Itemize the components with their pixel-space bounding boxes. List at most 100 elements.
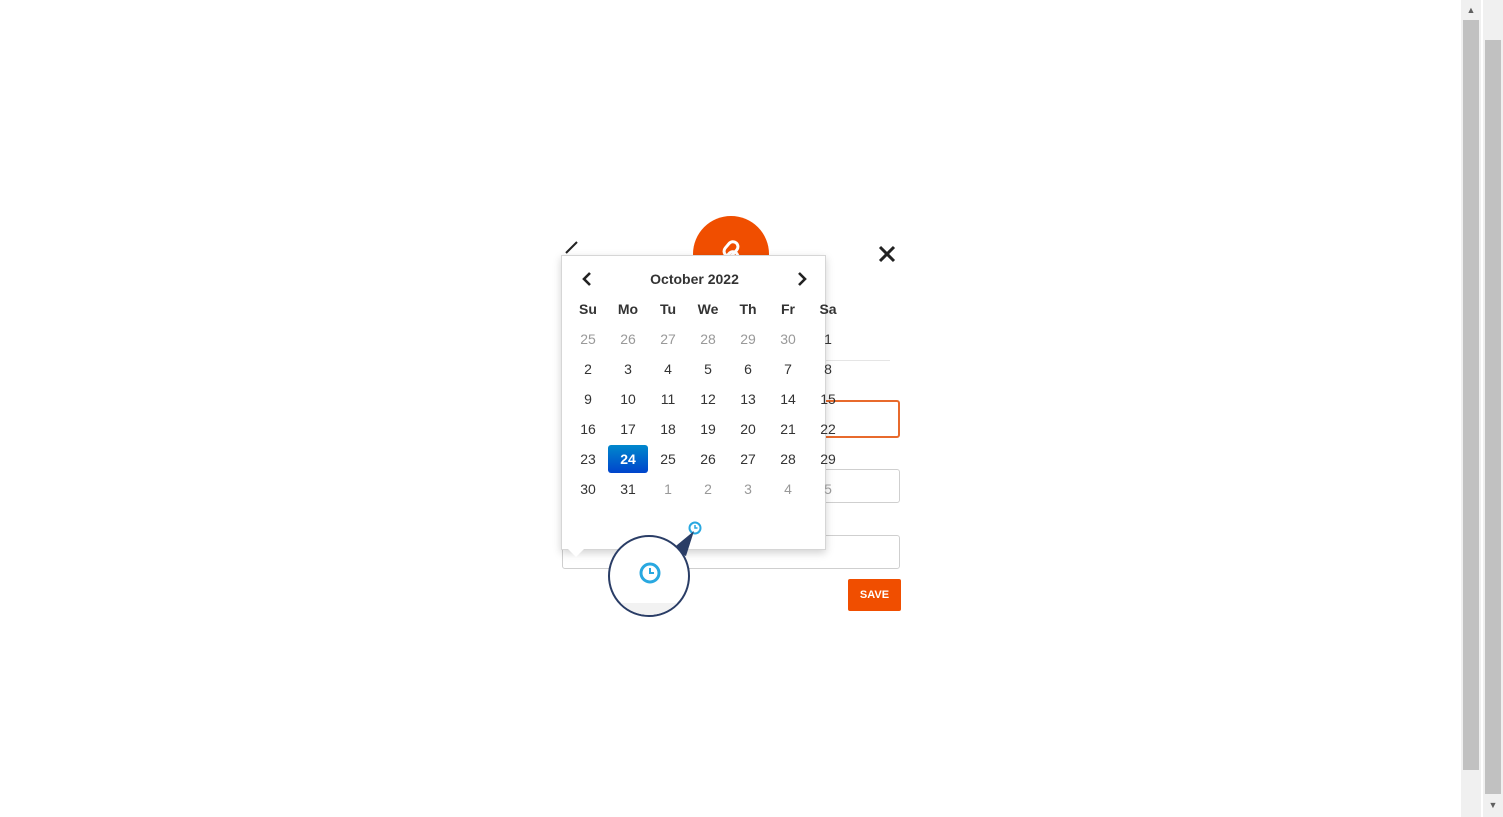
calendar-day[interactable]: 10 [608, 384, 648, 414]
calendar-day[interactable]: 11 [648, 384, 688, 414]
calendar-day[interactable]: 21 [768, 414, 808, 444]
calendar-day-number: 15 [820, 391, 836, 407]
calendar-day-number: 31 [620, 481, 636, 497]
calendar-day[interactable]: 31 [608, 474, 648, 504]
calendar-day[interactable]: 30 [768, 324, 808, 354]
calendar-day-number: 5 [704, 361, 712, 377]
calendar-day[interactable]: 25 [568, 324, 608, 354]
calendar-day-number: 24 [608, 445, 648, 473]
close-icon [878, 245, 896, 263]
calendar-day[interactable]: 5 [688, 354, 728, 384]
calendar-day-number: 4 [784, 481, 792, 497]
calendar-day-number: 25 [660, 451, 676, 467]
calendar-day[interactable]: 16 [568, 414, 608, 444]
calendar-day[interactable]: 2 [568, 354, 608, 384]
calendar-day-number: 12 [700, 391, 716, 407]
weekday-label: Su [579, 301, 597, 317]
calendar-day[interactable]: 12 [688, 384, 728, 414]
clock-icon[interactable] [688, 521, 702, 535]
calendar-day[interactable]: 19 [688, 414, 728, 444]
calendar-day-number: 30 [780, 331, 796, 347]
calendar-day[interactable]: 28 [768, 444, 808, 474]
calendar-day[interactable]: 8 [808, 354, 848, 384]
scroll-down-icon[interactable]: ▼ [1483, 797, 1503, 813]
calendar-day[interactable]: 14 [768, 384, 808, 414]
calendar-day[interactable]: 29 [728, 324, 768, 354]
calendar-day[interactable]: 5 [808, 474, 848, 504]
calendar-day[interactable]: 25 [648, 444, 688, 474]
calendar-day-number: 18 [660, 421, 676, 437]
scrollbar-track-secondary[interactable]: ▼ [1483, 0, 1503, 817]
scrollbar-thumb[interactable] [1463, 20, 1479, 770]
calendar-day-number: 28 [780, 451, 796, 467]
clock-icon [639, 562, 661, 584]
chevron-left-icon [582, 272, 591, 286]
weekday-label: Sa [819, 301, 837, 317]
calendar-day[interactable]: 26 [608, 324, 648, 354]
close-button[interactable] [875, 242, 899, 266]
calendar-day-number: 13 [740, 391, 756, 407]
calendar-day-number: 29 [820, 451, 836, 467]
weekday-label: Th [739, 301, 757, 317]
calendar-day-number: 3 [624, 361, 632, 377]
page-scrollbar[interactable]: ▲ ▼ [1461, 0, 1503, 817]
calendar-day[interactable]: 18 [648, 414, 688, 444]
calendar-week-row: 9 10 11 12 13 14 15 [568, 384, 848, 414]
calendar-day[interactable]: 28 [688, 324, 728, 354]
calendar-day-selected[interactable]: 24 [608, 444, 648, 474]
calendar-day[interactable]: 4 [768, 474, 808, 504]
calendar-day[interactable]: 23 [568, 444, 608, 474]
calendar-day-number: 27 [660, 331, 676, 347]
calendar-day-number: 14 [780, 391, 796, 407]
calendar-day-number: 2 [704, 481, 712, 497]
scroll-up-icon[interactable]: ▲ [1461, 2, 1481, 18]
calendar-week-row: 30 31 1 2 3 4 5 [568, 474, 848, 504]
weekday-label: Mo [617, 301, 639, 317]
weekday-label: Fr [781, 301, 795, 317]
calendar-day[interactable]: 2 [688, 474, 728, 504]
datepicker-dropdown: October 2022 Su Mo Tu We Th Fr Sa 25 26 27 28 29 30… [561, 255, 837, 557]
save-button[interactable]: SAVE [848, 579, 901, 611]
calendar-day[interactable]: 17 [608, 414, 648, 444]
datepicker-header: October 2022 [562, 266, 825, 292]
calendar-day[interactable]: 20 [728, 414, 768, 444]
calendar-day[interactable]: 15 [808, 384, 848, 414]
calendar-day-number: 29 [740, 331, 756, 347]
calendar-day[interactable]: 3 [728, 474, 768, 504]
datepicker-footer [562, 518, 825, 538]
zoom-footer-strip [610, 603, 688, 615]
calendar-day[interactable]: 13 [728, 384, 768, 414]
scrollbar-track[interactable]: ▲ [1461, 0, 1481, 817]
calendar-day[interactable]: 30 [568, 474, 608, 504]
calendar-day[interactable]: 9 [568, 384, 608, 414]
pencil-icon [565, 241, 578, 254]
calendar-day[interactable]: 1 [648, 474, 688, 504]
calendar-week-row: 23 24 25 26 27 28 29 [568, 444, 848, 474]
calendar-day[interactable]: 6 [728, 354, 768, 384]
calendar-day-number: 5 [824, 481, 832, 497]
calendar-day-number: 28 [700, 331, 716, 347]
calendar-day-number: 26 [620, 331, 636, 347]
calendar-day[interactable]: 27 [648, 324, 688, 354]
prev-month-button[interactable] [572, 266, 602, 292]
calendar-day[interactable]: 26 [688, 444, 728, 474]
calendar-day[interactable]: 29 [808, 444, 848, 474]
calendar-day-number: 2 [584, 361, 592, 377]
calendar-day-number: 19 [700, 421, 716, 437]
calendar-day[interactable]: 1 [808, 324, 848, 354]
calendar-day-number: 7 [784, 361, 792, 377]
calendar-day-number: 6 [744, 361, 752, 377]
zoom-callout [608, 535, 690, 617]
calendar-day[interactable]: 7 [768, 354, 808, 384]
calendar-day[interactable]: 4 [648, 354, 688, 384]
next-month-button[interactable] [787, 266, 817, 292]
calendar-day-number: 21 [780, 421, 796, 437]
calendar-day-number: 16 [580, 421, 596, 437]
scrollbar-thumb-secondary[interactable] [1485, 40, 1501, 794]
calendar-day[interactable]: 3 [608, 354, 648, 384]
calendar-day-number: 3 [744, 481, 752, 497]
calendar-day[interactable]: 27 [728, 444, 768, 474]
month-title[interactable]: October 2022 [612, 266, 777, 292]
calendar-day[interactable]: 22 [808, 414, 848, 444]
calendar-day-number: 8 [824, 361, 832, 377]
